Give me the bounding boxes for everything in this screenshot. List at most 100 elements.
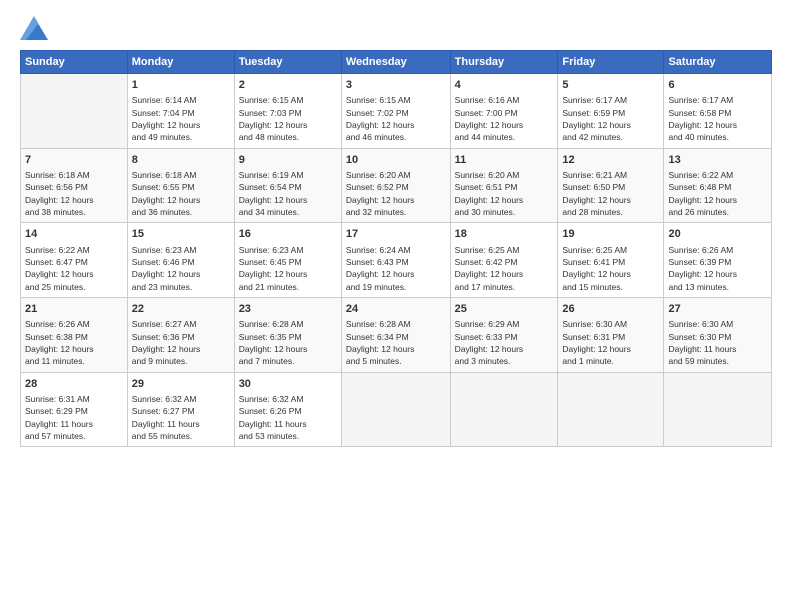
calendar-cell [341, 372, 450, 447]
cell-content: Sunrise: 6:20 AM Sunset: 6:52 PM Dayligh… [346, 169, 446, 218]
cell-content: Sunrise: 6:25 AM Sunset: 6:42 PM Dayligh… [455, 244, 554, 293]
cell-content: Sunrise: 6:28 AM Sunset: 6:34 PM Dayligh… [346, 318, 446, 367]
cell-content: Sunrise: 6:15 AM Sunset: 7:03 PM Dayligh… [239, 94, 337, 143]
day-number: 2 [239, 78, 337, 93]
header-row: SundayMondayTuesdayWednesdayThursdayFrid… [21, 51, 772, 74]
cell-content: Sunrise: 6:14 AM Sunset: 7:04 PM Dayligh… [132, 94, 230, 143]
day-number: 19 [562, 227, 659, 242]
cell-content: Sunrise: 6:31 AM Sunset: 6:29 PM Dayligh… [25, 393, 123, 442]
calendar-cell: 9Sunrise: 6:19 AM Sunset: 6:54 PM Daylig… [234, 148, 341, 223]
week-row-4: 21Sunrise: 6:26 AM Sunset: 6:38 PM Dayli… [21, 297, 772, 372]
day-number: 18 [455, 227, 554, 242]
day-number: 16 [239, 227, 337, 242]
day-number: 10 [346, 153, 446, 168]
day-number: 29 [132, 377, 230, 392]
col-header-tuesday: Tuesday [234, 51, 341, 74]
calendar-cell [450, 372, 558, 447]
cell-content: Sunrise: 6:23 AM Sunset: 6:46 PM Dayligh… [132, 244, 230, 293]
day-number: 3 [346, 78, 446, 93]
calendar-cell: 4Sunrise: 6:16 AM Sunset: 7:00 PM Daylig… [450, 74, 558, 149]
day-number: 6 [668, 78, 767, 93]
week-row-5: 28Sunrise: 6:31 AM Sunset: 6:29 PM Dayli… [21, 372, 772, 447]
calendar-cell: 12Sunrise: 6:21 AM Sunset: 6:50 PM Dayli… [558, 148, 664, 223]
day-number: 21 [25, 302, 123, 317]
calendar-cell: 19 Sunrise: 6:25 AM Sunset: 6:41 PM Dayli… [558, 223, 664, 298]
day-number: 23 [239, 302, 337, 317]
calendar-cell: 26Sunrise: 6:30 AM Sunset: 6:31 PM Dayli… [558, 297, 664, 372]
calendar-cell: 25Sunrise: 6:29 AM Sunset: 6:33 PM Dayli… [450, 297, 558, 372]
cell-content: Sunrise: 6:25 AM Sunset: 6:41 PM Dayligh… [562, 244, 659, 293]
calendar-cell: 22Sunrise: 6:27 AM Sunset: 6:36 PM Dayli… [127, 297, 234, 372]
cell-content: Sunrise: 6:32 AM Sunset: 6:26 PM Dayligh… [239, 393, 337, 442]
day-number: 30 [239, 377, 337, 392]
day-number: 26 [562, 302, 659, 317]
day-number: 28 [25, 377, 123, 392]
cell-content: Sunrise: 6:16 AM Sunset: 7:00 PM Dayligh… [455, 94, 554, 143]
col-header-saturday: Saturday [664, 51, 772, 74]
calendar-cell: 20Sunrise: 6:26 AM Sunset: 6:39 PM Dayli… [664, 223, 772, 298]
day-number: 13 [668, 153, 767, 168]
cell-content: Sunrise: 6:20 AM Sunset: 6:51 PM Dayligh… [455, 169, 554, 218]
col-header-thursday: Thursday [450, 51, 558, 74]
cell-content: Sunrise: 6:30 AM Sunset: 6:31 PM Dayligh… [562, 318, 659, 367]
calendar-cell: 16 Sunrise: 6:23 AM Sunset: 6:45 PM Dayli… [234, 223, 341, 298]
calendar-cell: 5Sunrise: 6:17 AM Sunset: 6:59 PM Daylig… [558, 74, 664, 149]
cell-content: Sunrise: 6:23 AM Sunset: 6:45 PM Dayligh… [239, 244, 337, 293]
calendar-cell: 3Sunrise: 6:15 AM Sunset: 7:02 PM Daylig… [341, 74, 450, 149]
calendar-cell: 24Sunrise: 6:28 AM Sunset: 6:34 PM Dayli… [341, 297, 450, 372]
cell-content: Sunrise: 6:22 AM Sunset: 6:47 PM Dayligh… [25, 244, 123, 293]
calendar-cell: 11Sunrise: 6:20 AM Sunset: 6:51 PM Dayli… [450, 148, 558, 223]
day-number: 15 [132, 227, 230, 242]
cell-content: Sunrise: 6:18 AM Sunset: 6:56 PM Dayligh… [25, 169, 123, 218]
calendar-cell: 27Sunrise: 6:30 AM Sunset: 6:30 PM Dayli… [664, 297, 772, 372]
week-row-2: 7Sunrise: 6:18 AM Sunset: 6:56 PM Daylig… [21, 148, 772, 223]
day-number: 20 [668, 227, 767, 242]
day-number: 27 [668, 302, 767, 317]
cell-content: Sunrise: 6:27 AM Sunset: 6:36 PM Dayligh… [132, 318, 230, 367]
calendar-table: SundayMondayTuesdayWednesdayThursdayFrid… [20, 50, 772, 447]
calendar-cell: 8Sunrise: 6:18 AM Sunset: 6:55 PM Daylig… [127, 148, 234, 223]
cell-content: Sunrise: 6:30 AM Sunset: 6:30 PM Dayligh… [668, 318, 767, 367]
cell-content: Sunrise: 6:22 AM Sunset: 6:48 PM Dayligh… [668, 169, 767, 218]
cell-content: Sunrise: 6:28 AM Sunset: 6:35 PM Dayligh… [239, 318, 337, 367]
calendar-cell: 14Sunrise: 6:22 AM Sunset: 6:47 PM Dayli… [21, 223, 128, 298]
col-header-sunday: Sunday [21, 51, 128, 74]
calendar-cell [21, 74, 128, 149]
day-number: 12 [562, 153, 659, 168]
day-number: 1 [132, 78, 230, 93]
calendar-cell [558, 372, 664, 447]
calendar-cell: 15 Sunrise: 6:23 AM Sunset: 6:46 PM Dayli… [127, 223, 234, 298]
day-number: 5 [562, 78, 659, 93]
col-header-wednesday: Wednesday [341, 51, 450, 74]
day-number: 22 [132, 302, 230, 317]
calendar-cell: 28Sunrise: 6:31 AM Sunset: 6:29 PM Dayli… [21, 372, 128, 447]
calendar-cell: 30Sunrise: 6:32 AM Sunset: 6:26 PM Dayli… [234, 372, 341, 447]
calendar-cell: 18 Sunrise: 6:25 AM Sunset: 6:42 PM Dayli… [450, 223, 558, 298]
calendar-cell: 29Sunrise: 6:32 AM Sunset: 6:27 PM Dayli… [127, 372, 234, 447]
calendar-cell: 23Sunrise: 6:28 AM Sunset: 6:35 PM Dayli… [234, 297, 341, 372]
col-header-friday: Friday [558, 51, 664, 74]
day-number: 7 [25, 153, 123, 168]
calendar-cell: 21Sunrise: 6:26 AM Sunset: 6:38 PM Dayli… [21, 297, 128, 372]
cell-content: Sunrise: 6:29 AM Sunset: 6:33 PM Dayligh… [455, 318, 554, 367]
calendar-cell: 10Sunrise: 6:20 AM Sunset: 6:52 PM Dayli… [341, 148, 450, 223]
col-header-monday: Monday [127, 51, 234, 74]
cell-content: Sunrise: 6:32 AM Sunset: 6:27 PM Dayligh… [132, 393, 230, 442]
cell-content: Sunrise: 6:18 AM Sunset: 6:55 PM Dayligh… [132, 169, 230, 218]
calendar-cell: 7Sunrise: 6:18 AM Sunset: 6:56 PM Daylig… [21, 148, 128, 223]
cell-content: Sunrise: 6:21 AM Sunset: 6:50 PM Dayligh… [562, 169, 659, 218]
day-number: 9 [239, 153, 337, 168]
calendar-cell: 17 Sunrise: 6:24 AM Sunset: 6:43 PM Dayli… [341, 223, 450, 298]
week-row-1: 1Sunrise: 6:14 AM Sunset: 7:04 PM Daylig… [21, 74, 772, 149]
day-number: 17 [346, 227, 446, 242]
calendar-cell: 6Sunrise: 6:17 AM Sunset: 6:58 PM Daylig… [664, 74, 772, 149]
page: SundayMondayTuesdayWednesdayThursdayFrid… [0, 0, 792, 612]
calendar-cell: 2Sunrise: 6:15 AM Sunset: 7:03 PM Daylig… [234, 74, 341, 149]
calendar-cell: 1Sunrise: 6:14 AM Sunset: 7:04 PM Daylig… [127, 74, 234, 149]
week-row-3: 14Sunrise: 6:22 AM Sunset: 6:47 PM Dayli… [21, 223, 772, 298]
day-number: 11 [455, 153, 554, 168]
day-number: 25 [455, 302, 554, 317]
cell-content: Sunrise: 6:19 AM Sunset: 6:54 PM Dayligh… [239, 169, 337, 218]
cell-content: Sunrise: 6:24 AM Sunset: 6:43 PM Dayligh… [346, 244, 446, 293]
cell-content: Sunrise: 6:15 AM Sunset: 7:02 PM Dayligh… [346, 94, 446, 143]
